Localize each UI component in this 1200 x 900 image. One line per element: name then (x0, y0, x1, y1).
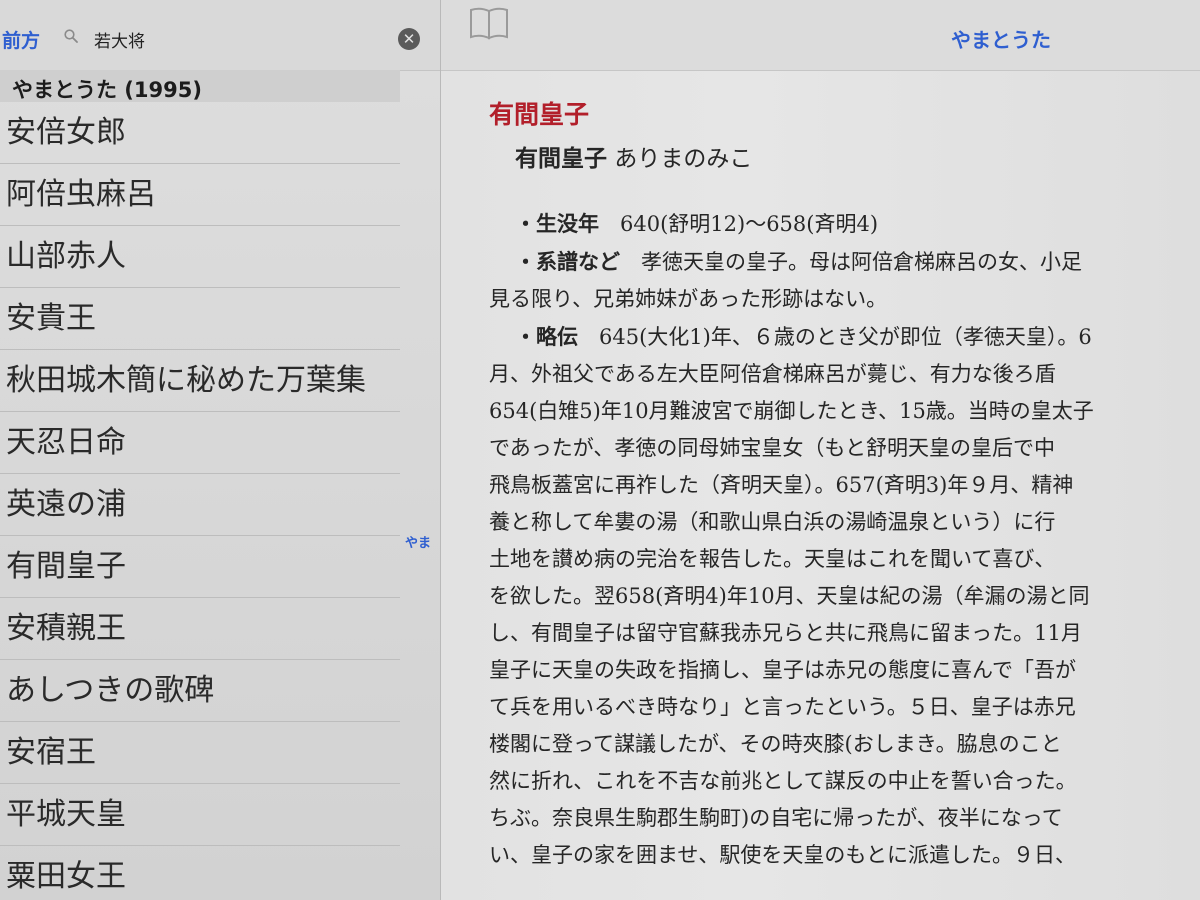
entry-line: 養と称して牟婁の湯（和歌山県白浜の湯崎温泉という）に行 (489, 504, 1200, 541)
entry-line: 楼閣に登って謀議したが、その時夾膝(おしまき。脇息のこと (489, 726, 1200, 763)
search-bar: 前方 ✕ (0, 0, 440, 71)
entry-line: ・略伝 645(大化1)年、６歳のとき父が即位（孝徳天皇）。6 (489, 318, 1200, 356)
entry-line: 月、外祖父である左大臣阿倍倉梯麻呂が薨じ、有力な後ろ盾 (489, 356, 1200, 393)
list-item[interactable]: 有間皇子 (0, 536, 400, 598)
entry-line-text: 孝徳天皇の皇子。母は阿倍倉梯麻呂の女、小足 (620, 250, 1082, 274)
entry-line-text: 楼閣に登って謀議したが、その時夾膝(おしまき。脇息のこと (489, 732, 1062, 756)
entry-line: であったが、孝徳の同母姉宝皇女（もと舒明天皇の皇后で中 (489, 430, 1200, 467)
entry-line-text: 見る限り、兄弟姉妹があった形跡はない。 (489, 287, 888, 311)
entry-line: て兵を用いるべき時なり」と言ったという。５日、皇子は赤兄 (489, 689, 1200, 726)
list-item[interactable]: 安積親王 (0, 598, 400, 660)
list-item[interactable]: 天忍日命 (0, 412, 400, 474)
entry-line-text: 皇子に天皇の失政を指摘し、皇子は赤兄の態度に喜んで「吾が (489, 658, 1076, 682)
entry-line-text: 土地を讃め病の完治を報告した。天皇はこれを聞いて喜び、 (489, 547, 1056, 571)
entry-reading: ありまのみこ (614, 146, 753, 172)
entry-line: し、有間皇子は留守官蘇我赤兄らと共に飛鳥に留まった。11月 (489, 615, 1200, 652)
entry-line-text: 654(白雉5)年10月難波宮で崩御したとき、15歳。当時の皇太子 (489, 399, 1094, 423)
book-icon[interactable] (469, 6, 509, 40)
entry-heading: 有間皇子 (489, 100, 590, 129)
entry-line-text: 645(大化1)年、６歳のとき父が即位（孝徳天皇）。6 (578, 325, 1092, 349)
list-item[interactable]: 山部赤人 (0, 226, 400, 288)
entry-line-text: て兵を用いるべき時なり」と言ったという。５日、皇子は赤兄 (489, 695, 1076, 719)
entry-line-text: であったが、孝徳の同母姉宝皇女（もと舒明天皇の皇后で中 (489, 436, 1055, 460)
section-header-label: やまとうた (1995) (12, 78, 202, 102)
entry-line: 654(白雉5)年10月難波宮で崩御したとき、15歳。当時の皇太子 (489, 393, 1200, 430)
page-title: やまとうた (951, 28, 1051, 52)
entry-line: ・生没年 640(舒明12)〜658(斉明4) (489, 205, 1200, 243)
list-item[interactable]: 阿倍虫麻呂 (0, 164, 400, 226)
entry-line-text: い、皇子の家を囲ませ、駅使を天皇のもとに派遣した。９日、 (489, 843, 1076, 867)
search-icon (64, 29, 78, 43)
entry-line: 然に折れ、これを不吉な前兆として謀反の中止を誓い合った。 (489, 763, 1200, 800)
entry-line-text: 640(舒明12)〜658(斉明4) (599, 212, 879, 236)
nav-bar: やまとうた (441, 0, 1200, 71)
detail-pane: やまとうた 有間皇子 有間皇子 ありまのみこ ・生没年 640(舒明12)〜65… (441, 0, 1200, 900)
entry-line: い、皇子の家を囲ませ、駅使を天皇のもとに派遣した。９日、 (489, 837, 1200, 874)
back-button[interactable]: 前方 (2, 26, 40, 53)
entry-line: 皇子に天皇の失政を指摘し、皇子は赤兄の態度に喜んで「吾が (489, 652, 1200, 689)
entry-subhead: 有間皇子 ありまのみこ (515, 139, 1200, 179)
entry-line-label: ・系譜など (515, 249, 620, 274)
section-index-label[interactable]: やま (405, 532, 431, 551)
clear-search-icon[interactable]: ✕ (398, 28, 420, 50)
entry-line-text: を欲した。翌658(斉明4)年10月、天皇は紀の湯（牟漏の湯と同 (489, 584, 1090, 608)
entry-line: 飛鳥板蓋宮に再祚した（斉明天皇）。657(斉明3)年９月、精神 (489, 467, 1200, 504)
entry-body: ・生没年 640(舒明12)〜658(斉明4) ・系譜など 孝徳天皇の皇子。母は阿… (489, 205, 1200, 874)
list-item[interactable]: 粟田女王 (0, 846, 400, 900)
search-input[interactable] (94, 26, 384, 52)
list-item[interactable]: 安倍女郎 (0, 102, 400, 164)
entry-line-text: し、有間皇子は留守官蘇我赤兄らと共に飛鳥に留まった。11月 (489, 621, 1082, 645)
list-item[interactable]: 安貴王 (0, 288, 400, 350)
entry-line: 見る限り、兄弟姉妹があった形跡はない。 (489, 281, 1200, 318)
entry-line-text: 飛鳥板蓋宮に再祚した（斉明天皇）。657(斉明3)年９月、精神 (489, 473, 1074, 497)
list-item[interactable]: 平城天皇 (0, 784, 400, 846)
entry-line-text: 月、外祖父である左大臣阿倍倉梯麻呂が薨じ、有力な後ろ盾 (489, 362, 1056, 386)
entry-line: を欲した。翌658(斉明4)年10月、天皇は紀の湯（牟漏の湯と同 (489, 578, 1200, 615)
entry-line-text: 養と称して牟婁の湯（和歌山県白浜の湯崎温泉という）に行 (489, 510, 1056, 534)
entry-name: 有間皇子 (515, 145, 607, 172)
list-item[interactable]: あしつきの歌碑 (0, 660, 400, 722)
entry-line-text: ちぶ。奈良県生駒郡生駒町)の自宅に帰ったが、夜半になって (489, 806, 1063, 830)
entry-line: ちぶ。奈良県生駒郡生駒町)の自宅に帰ったが、夜半になって (489, 800, 1200, 837)
entry-line-text: 然に折れ、これを不吉な前兆として謀反の中止を誓い合った。 (489, 769, 1077, 793)
sidebar: 前方 ✕ やまとうた (1995) 安倍女郎 阿倍虫麻呂 山部赤人 安貴王 秋田… (0, 0, 441, 900)
entry-line: 土地を讃め病の完治を報告した。天皇はこれを聞いて喜び、 (489, 541, 1200, 578)
dictionary-entry: 有間皇子 有間皇子 ありまのみこ ・生没年 640(舒明12)〜658(斉明4)… (489, 95, 1200, 874)
entry-line-label: ・生没年 (515, 211, 599, 236)
list-item[interactable]: 英遠の浦 (0, 474, 400, 536)
result-list: 安倍女郎 阿倍虫麻呂 山部赤人 安貴王 秋田城木簡に秘めた万葉集 天忍日命 英遠… (0, 102, 400, 900)
entry-line: ・系譜など 孝徳天皇の皇子。母は阿倍倉梯麻呂の女、小足 (489, 243, 1200, 281)
search-field[interactable]: ✕ (58, 20, 428, 58)
list-item[interactable]: 秋田城木簡に秘めた万葉集 (0, 350, 400, 412)
section-header: やまとうた (1995) (0, 70, 400, 102)
list-item[interactable]: 安宿王 (0, 722, 400, 784)
entry-line-label: ・略伝 (515, 324, 578, 349)
